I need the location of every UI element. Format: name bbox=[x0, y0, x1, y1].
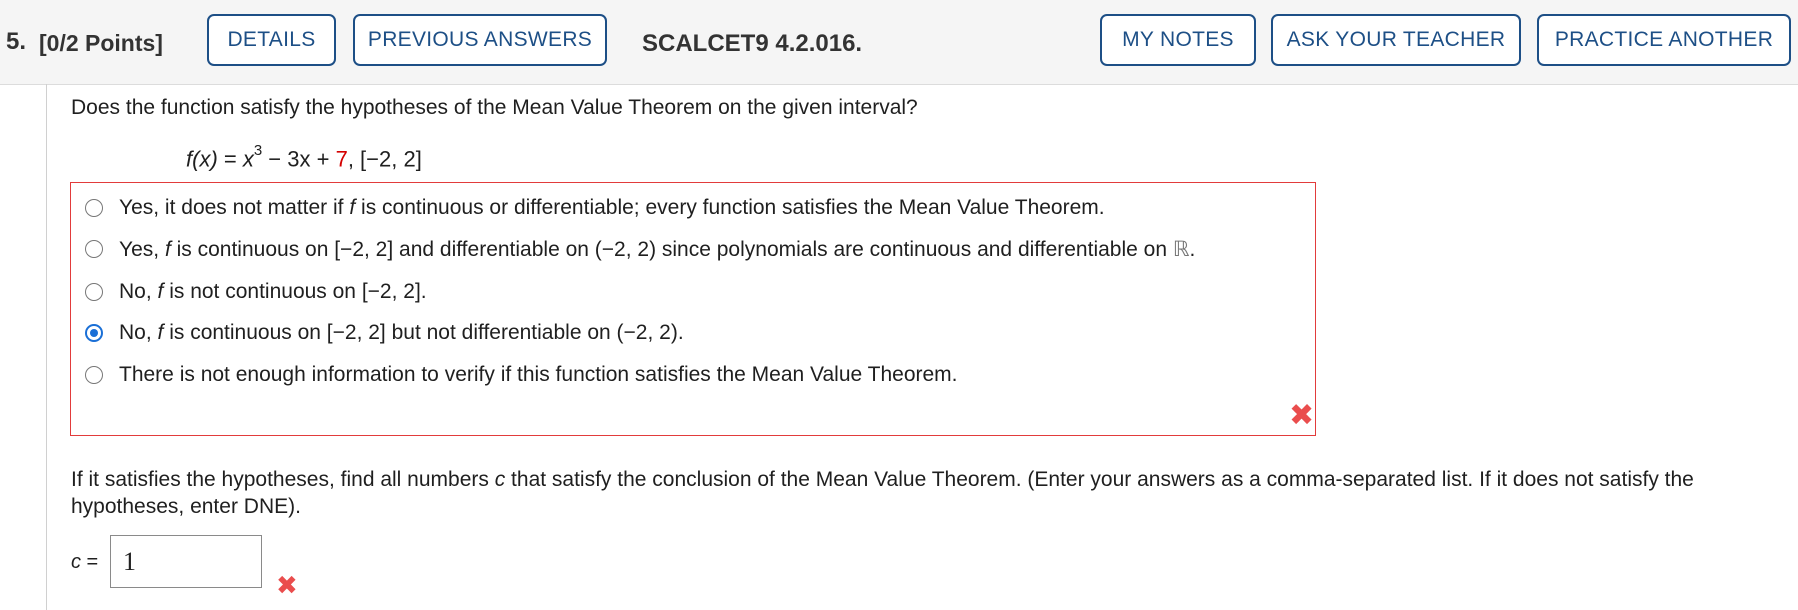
choice-text: No, f is not continuous on [−2, 2]. bbox=[119, 280, 427, 303]
formula-x: x bbox=[242, 146, 254, 172]
formula-fx: f(x) bbox=[186, 146, 218, 172]
choice-option-3[interactable]: No, f is not continuous on [−2, 2]. bbox=[85, 277, 427, 307]
radio-button[interactable] bbox=[85, 199, 103, 217]
choice-text: Yes, it does not matter if f is continuo… bbox=[119, 196, 1105, 219]
formula-middle: − 3x + bbox=[262, 146, 336, 172]
formula-constant: 7 bbox=[335, 146, 348, 172]
choice-option-2[interactable]: Yes, f is continuous on [−2, 2] and diff… bbox=[85, 234, 1195, 264]
part-two-prompt: If it satisfies the hypotheses, find all… bbox=[71, 468, 1694, 518]
choice-text: No, f is continuous on [−2, 2] but not d… bbox=[119, 321, 684, 344]
answer-choices: Yes, it does not matter if f is continuo… bbox=[70, 182, 1316, 436]
choice-option-5[interactable]: There is not enough information to verif… bbox=[85, 360, 958, 390]
practice-another-button[interactable]: PRACTICE ANOTHER bbox=[1537, 14, 1791, 66]
incorrect-x-icon: ✖ bbox=[1289, 399, 1315, 432]
question-number: 5. bbox=[6, 28, 27, 55]
details-button[interactable]: DETAILS bbox=[207, 14, 336, 66]
my-notes-button[interactable]: MY NOTES bbox=[1100, 14, 1256, 66]
c-answer-input[interactable] bbox=[110, 535, 262, 588]
question-id: SCALCET9 4.2.016. bbox=[642, 30, 863, 57]
question-header: 5. [0/2 Points] DETAILS PREVIOUS ANSWERS… bbox=[0, 0, 1798, 85]
radio-button-selected[interactable] bbox=[85, 324, 103, 342]
question-prompt: Does the function satisfy the hypotheses… bbox=[71, 96, 918, 119]
formula-interval: , [−2, 2] bbox=[347, 146, 422, 172]
ask-your-teacher-button[interactable]: ASK YOUR TEACHER bbox=[1271, 14, 1521, 66]
formula-equals: = bbox=[217, 146, 243, 172]
real-numbers-symbol: ℝ bbox=[1172, 236, 1190, 261]
radio-button[interactable] bbox=[85, 366, 103, 384]
incorrect-x-icon: ✖ bbox=[276, 570, 298, 600]
formula-exponent: 3 bbox=[253, 142, 263, 159]
content-left-border bbox=[46, 84, 47, 610]
points-score: [0/2 Points] bbox=[39, 30, 163, 56]
function-formula: f(x) = x3 − 3x + 7, [−2, 2] bbox=[186, 142, 422, 172]
radio-button[interactable] bbox=[85, 283, 103, 301]
choice-text: Yes, f is continuous on [−2, 2] and diff… bbox=[119, 236, 1196, 261]
previous-answers-button[interactable]: PREVIOUS ANSWERS bbox=[353, 14, 607, 66]
choice-option-4[interactable]: No, f is continuous on [−2, 2] but not d… bbox=[85, 318, 684, 348]
choice-text: There is not enough information to verif… bbox=[119, 363, 958, 386]
choice-option-1[interactable]: Yes, it does not matter if f is continuo… bbox=[85, 193, 1105, 223]
radio-button[interactable] bbox=[85, 240, 103, 258]
c-answer-label: c = bbox=[71, 551, 99, 573]
